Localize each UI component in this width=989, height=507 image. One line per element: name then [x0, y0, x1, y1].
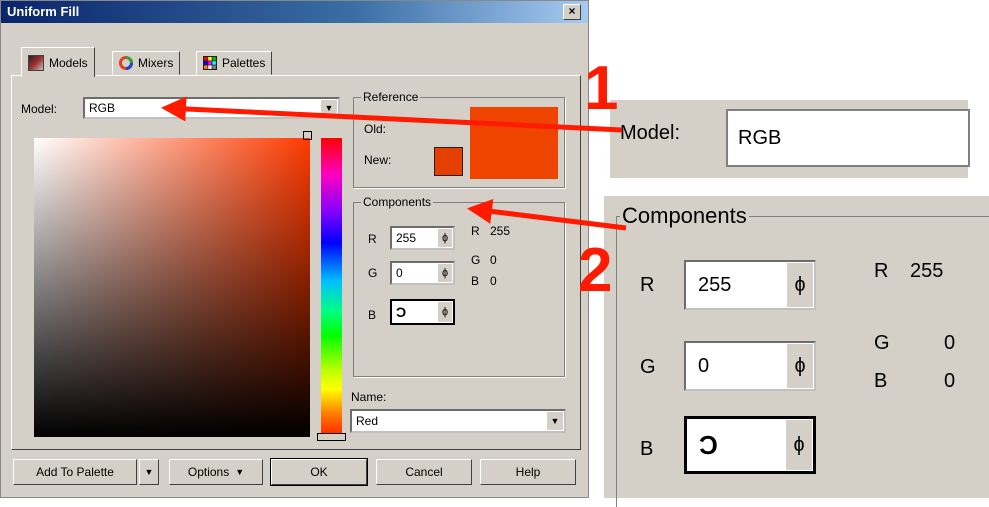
tab-models[interactable]: Models — [21, 47, 95, 77]
annotation-arrows — [161, 96, 627, 231]
models-icon — [28, 54, 44, 71]
arrow-to-components — [467, 199, 627, 231]
tab-models-label: Models — [49, 55, 88, 70]
arrow-to-model — [161, 96, 623, 133]
